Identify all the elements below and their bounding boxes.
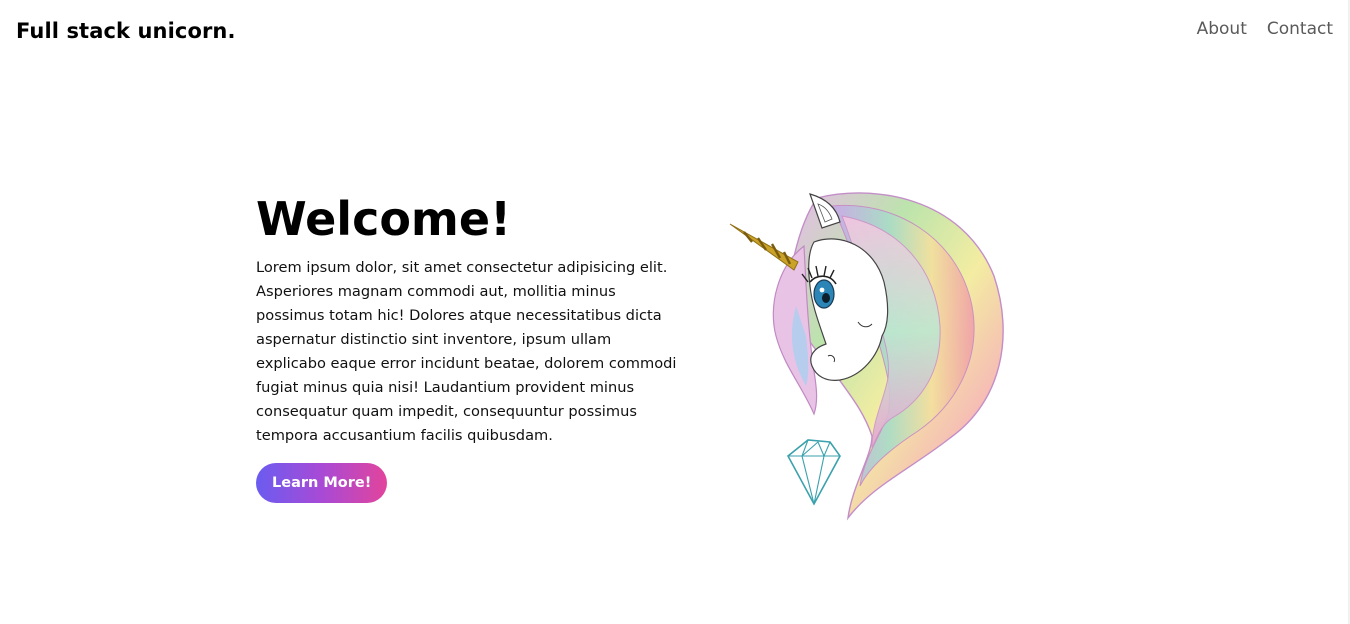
brand-logo-link[interactable]: Full stack unicorn. [16,19,236,43]
main-nav: About Contact [1197,19,1333,39]
hero-section: Welcome! Lorem ipsum dolor, sit amet con… [256,190,680,503]
learn-more-button[interactable]: Learn More! [256,463,388,503]
horn-icon [729,223,799,271]
nav-link-about[interactable]: About [1197,19,1247,39]
page: Full stack unicorn. About Contact Welcom… [0,0,1350,624]
hero-description: Lorem ipsum dolor, sit amet consectetur … [256,259,677,444]
unicorn-illustration [722,186,1012,522]
gem-icon [786,439,841,506]
unicorn-icon [729,192,1004,521]
top-navbar: Full stack unicorn. About Contact [0,0,1350,66]
hero-title: Welcome! [256,192,512,246]
nav-link-contact[interactable]: Contact [1267,19,1333,39]
